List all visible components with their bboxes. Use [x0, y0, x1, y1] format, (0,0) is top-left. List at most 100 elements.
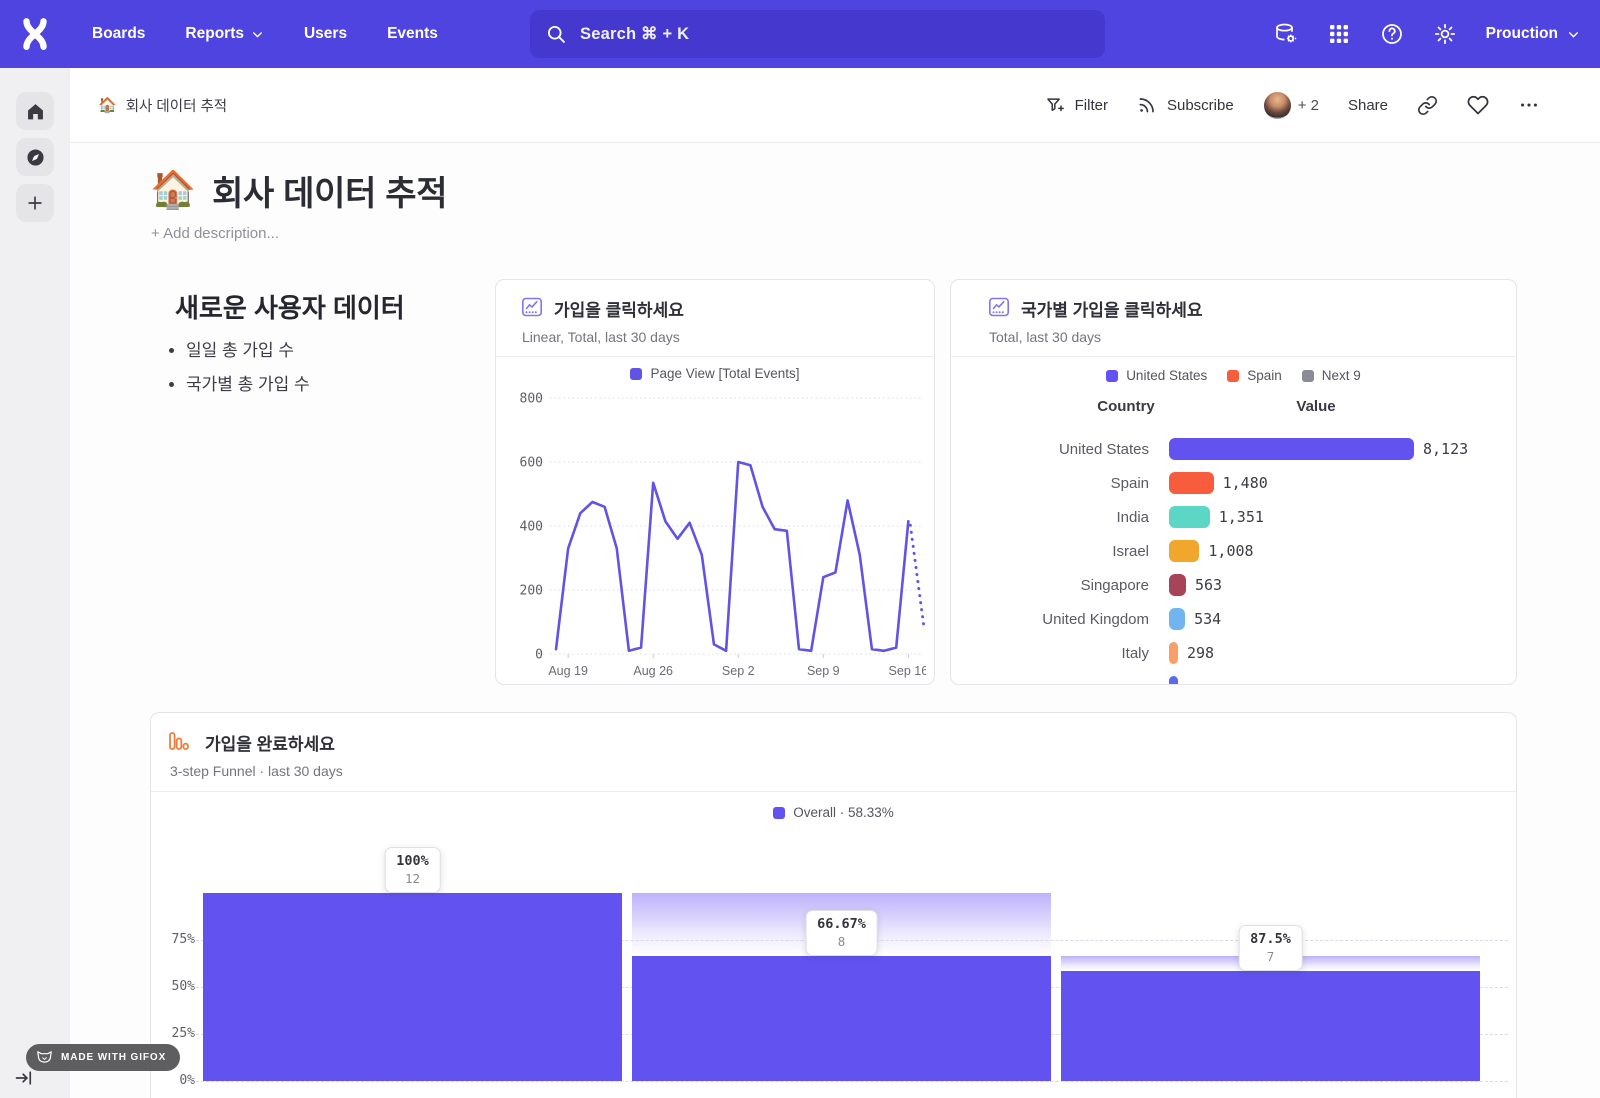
legend-swatch [1302, 370, 1314, 382]
left-rail [0, 68, 70, 1098]
data-management-icon[interactable] [1274, 22, 1298, 46]
project-switcher[interactable]: Prouction [1486, 25, 1580, 43]
list-item: 일일 총 가입 수 [186, 336, 310, 361]
line-chart-icon [987, 295, 1011, 319]
funnel-step-label: 87.5% 7 [1238, 925, 1303, 971]
add-board-button[interactable] [16, 184, 54, 222]
copy-link-icon[interactable] [1417, 95, 1438, 116]
avatar[interactable] [1263, 91, 1292, 120]
country-value: 8,123 [1423, 440, 1468, 458]
fox-icon [36, 1050, 53, 1065]
divider [496, 356, 934, 357]
country-value: 563 [1195, 576, 1222, 594]
table-row[interactable]: Singapore 563 [951, 568, 1516, 602]
country-bar [1169, 506, 1210, 528]
home-icon [25, 101, 46, 122]
legend-item[interactable]: Spain [1227, 368, 1282, 383]
legend-swatch [630, 368, 642, 380]
column-header-value: Value [1251, 398, 1381, 415]
legend-item[interactable]: Page View [Total Events] [630, 366, 799, 381]
svg-text:0: 0 [535, 648, 543, 663]
card-subtitle: Total, last 30 days [989, 329, 1101, 345]
legend-item[interactable]: United States [1106, 368, 1207, 383]
country-bar [1169, 642, 1178, 664]
collaborators[interactable]: + 2 [1263, 91, 1319, 120]
line-chart-card: 가입을 클릭하세요 Linear, Total, last 30 days Pa… [495, 279, 935, 685]
chevron-down-icon [251, 28, 264, 41]
funnel-bar[interactable] [632, 956, 1051, 1081]
nav-item-events[interactable]: Events [387, 25, 438, 43]
rss-icon [1137, 95, 1157, 115]
country-table: United States8,123Spain1,480India1,351Is… [951, 432, 1516, 685]
table-row[interactable]: United Kingdom534 [951, 602, 1516, 636]
nav-item-boards[interactable]: Boards [92, 25, 145, 43]
funnel-step-label: 66.67% 8 [805, 910, 878, 956]
funnel-bar[interactable] [203, 893, 622, 1081]
board-header: 🏠 회사 데이터 추적 [150, 166, 447, 215]
svg-text:Sep 16: Sep 16 [889, 664, 926, 678]
breadcrumb-title: 회사 데이터 추적 [126, 95, 227, 116]
country-bar [1169, 540, 1199, 562]
filter-button[interactable]: Filter [1045, 95, 1108, 115]
table-row-partial [951, 670, 1516, 685]
table-row[interactable]: Israel1,008 [951, 534, 1516, 568]
main-nav: Boards Reports Users Events [92, 0, 438, 68]
divider [951, 356, 1516, 357]
legend-item[interactable]: Next 9 [1302, 368, 1361, 383]
chevron-down-icon [1567, 28, 1580, 41]
share-button[interactable]: Share [1348, 97, 1388, 114]
card-subtitle: Linear, Total, last 30 days [522, 329, 680, 345]
country-bar [1169, 438, 1414, 460]
table-row[interactable]: India1,351 [951, 500, 1516, 534]
settings-gear-icon[interactable] [1433, 22, 1457, 46]
expand-sidebar-toggle[interactable] [14, 1068, 40, 1090]
card-title: 가입을 클릭하세요 [554, 296, 684, 321]
svg-text:Aug 19: Aug 19 [548, 664, 588, 678]
svg-text:Aug 26: Aug 26 [633, 664, 673, 678]
help-icon[interactable] [1380, 22, 1404, 46]
table-row[interactable]: United States8,123 [951, 432, 1516, 466]
nav-item-reports[interactable]: Reports [185, 25, 264, 43]
more-options-icon[interactable] [1518, 94, 1540, 116]
svg-text:Sep 9: Sep 9 [807, 664, 840, 678]
home-button[interactable] [16, 92, 54, 130]
table-row[interactable]: Italy298 [951, 636, 1516, 670]
country-bar [1169, 472, 1214, 494]
country-bar [1169, 608, 1185, 630]
funnel-axis-label: 0% [153, 1072, 195, 1090]
line-chart: 0200400600800Aug 19Aug 26Sep 2Sep 9Sep 1… [506, 383, 926, 683]
funnel-chart: 75%50%25%0%100%1266.67%887.5%7 [151, 713, 1516, 1098]
breadcrumb-emoji: 🏠 [98, 96, 117, 114]
breadcrumb[interactable]: 🏠 회사 데이터 추적 [98, 95, 227, 116]
add-description-button[interactable]: + Add description... [151, 225, 279, 242]
country-bar-card: 국가별 가입을 클릭하세요 Total, last 30 days United… [950, 279, 1517, 685]
step-count: 8 [817, 934, 866, 949]
board-topbar: 🏠 회사 데이터 추적 Filter Subscribe + 2 Share [70, 68, 1600, 143]
country-value: 298 [1187, 644, 1214, 662]
country-value: 1,480 [1223, 474, 1268, 492]
subscribe-button[interactable]: Subscribe [1137, 95, 1234, 115]
discover-button[interactable] [16, 138, 54, 176]
mixpanel-logo-icon[interactable] [18, 17, 52, 51]
country-value: 1,008 [1208, 542, 1253, 560]
badge-label: MADE WITH GIFOX [61, 1052, 166, 1063]
board-title[interactable]: 회사 데이터 추적 [212, 166, 447, 215]
chart-legend: United States Spain Next 9 [951, 368, 1516, 383]
step-count: 7 [1250, 949, 1291, 964]
card-title: 국가별 가입을 클릭하세요 [1021, 296, 1203, 321]
apps-grid-icon[interactable] [1327, 22, 1351, 46]
search-input[interactable]: Search ⌘ + K [530, 10, 1105, 58]
legend-swatch [1106, 370, 1118, 382]
gifox-badge[interactable]: MADE WITH GIFOX [26, 1044, 180, 1071]
country-bar [1169, 574, 1186, 596]
table-row[interactable]: Spain1,480 [951, 466, 1516, 500]
nav-item-users[interactable]: Users [304, 25, 347, 43]
favorite-heart-icon[interactable] [1467, 94, 1489, 116]
conversion-rate: 87.5% [1250, 931, 1291, 947]
country-value: 534 [1194, 610, 1221, 628]
country-label: Singapore [951, 577, 1149, 594]
legend-swatch [1227, 370, 1239, 382]
column-header-country: Country [1061, 398, 1191, 415]
conversion-rate: 66.67% [817, 916, 866, 932]
funnel-bar[interactable] [1061, 971, 1480, 1081]
